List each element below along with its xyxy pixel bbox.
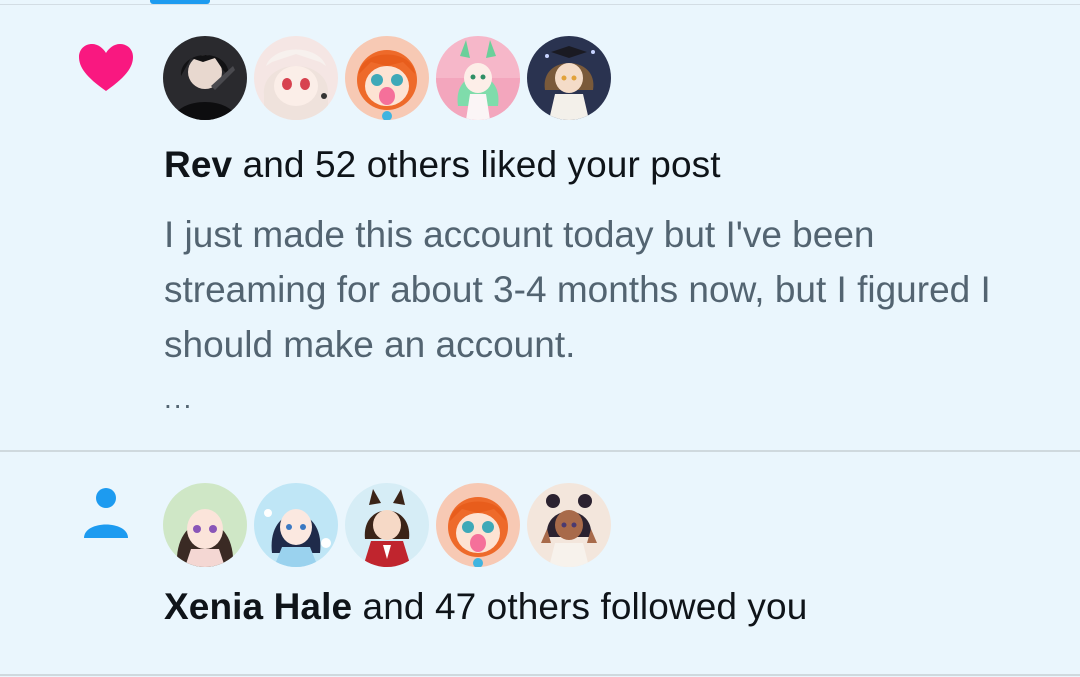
- more-indicator[interactable]: ...: [164, 383, 193, 415]
- notification-like[interactable]: Rev and 52 others liked your post I just…: [0, 5, 1080, 451]
- divider: [0, 674, 1080, 676]
- notification-follow[interactable]: Xenia Hale and 47 others followed you: [0, 452, 1080, 674]
- actor-name[interactable]: Xenia Hale: [164, 586, 352, 627]
- avatar[interactable]: [163, 36, 247, 120]
- liker-avatars: [163, 36, 623, 120]
- action-text: and 47 others followed you: [352, 586, 808, 627]
- follower-avatars: [163, 483, 623, 567]
- notification-headline: Rev and 52 others liked your post: [164, 142, 721, 188]
- heart-icon: [76, 39, 136, 99]
- avatar[interactable]: [254, 36, 338, 120]
- avatar[interactable]: [527, 36, 611, 120]
- avatar[interactable]: [436, 36, 520, 120]
- avatar[interactable]: [436, 483, 520, 567]
- avatar[interactable]: [163, 483, 247, 567]
- avatar[interactable]: [254, 483, 338, 567]
- action-text: and 52 others liked your post: [232, 144, 721, 185]
- notification-headline: Xenia Hale and 47 others followed you: [164, 584, 807, 630]
- actor-name[interactable]: Rev: [164, 144, 232, 185]
- person-icon: [76, 484, 136, 544]
- avatar[interactable]: [345, 36, 429, 120]
- post-preview[interactable]: I just made this account today but I've …: [164, 207, 1024, 372]
- avatar[interactable]: [345, 483, 429, 567]
- avatar[interactable]: [527, 483, 611, 567]
